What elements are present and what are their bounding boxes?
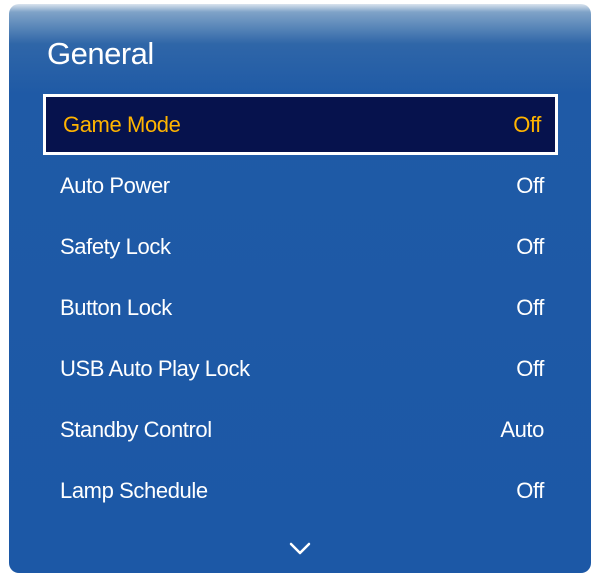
menu-item-auto-power[interactable]: Auto Power Off [43, 155, 558, 216]
menu-item-value: Off [516, 477, 544, 503]
settings-panel: General Game Mode Off Auto Power Off Saf… [9, 4, 591, 573]
menu-item-label: Lamp Schedule [60, 477, 208, 503]
menu-item-value: Off [516, 355, 544, 381]
menu-item-value: Off [516, 172, 544, 198]
menu-item-label: Safety Lock [60, 233, 171, 259]
menu-item-safety-lock[interactable]: Safety Lock Off [43, 216, 558, 277]
menu-item-usb-auto-play-lock[interactable]: USB Auto Play Lock Off [43, 338, 558, 399]
menu-item-label: Game Mode [63, 111, 181, 137]
menu-item-value: Off [513, 111, 541, 137]
menu-item-label: USB Auto Play Lock [60, 355, 250, 381]
menu-item-label: Standby Control [60, 416, 212, 442]
menu-item-value: Off [516, 294, 544, 320]
chevron-down-icon[interactable] [289, 542, 311, 556]
menu-item-value: Auto [500, 416, 544, 442]
menu-item-button-lock[interactable]: Button Lock Off [43, 277, 558, 338]
menu-item-game-mode[interactable]: Game Mode Off [43, 94, 558, 155]
menu-item-standby-control[interactable]: Standby Control Auto [43, 399, 558, 460]
menu-item-value: Off [516, 233, 544, 259]
menu-item-label: Button Lock [60, 294, 172, 320]
settings-menu: Game Mode Off Auto Power Off Safety Lock… [43, 94, 558, 521]
menu-item-lamp-schedule[interactable]: Lamp Schedule Off [43, 460, 558, 521]
menu-item-label: Auto Power [60, 172, 170, 198]
panel-title: General [47, 36, 154, 71]
